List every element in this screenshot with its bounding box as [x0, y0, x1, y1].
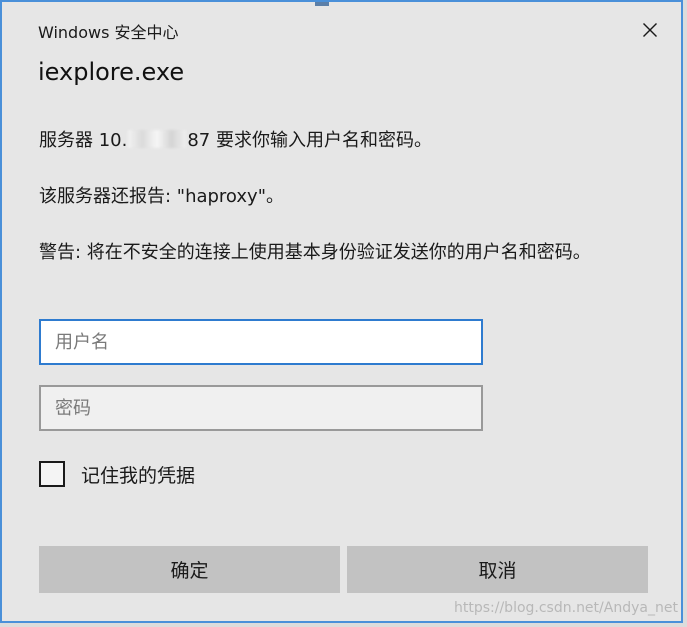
close-button[interactable]	[628, 14, 672, 46]
server-message-suffix: 87 要求你输入用户名和密码。	[187, 130, 432, 151]
password-input[interactable]	[39, 385, 483, 431]
close-icon	[643, 23, 657, 37]
remember-credentials-checkbox[interactable]	[39, 461, 65, 487]
remember-credentials-row[interactable]: 记住我的凭据	[39, 458, 195, 490]
title-bar: Windows 安全中心	[2, 2, 681, 52]
watermark: https://blog.csdn.net/Andya_net	[454, 600, 678, 616]
redacted-ip-segment	[128, 130, 187, 148]
app-name: iexplore.exe	[38, 58, 185, 86]
server-message: 服务器 10. 87 要求你输入用户名和密码。	[39, 126, 649, 156]
cancel-button[interactable]: 取消	[347, 546, 648, 593]
window-title: Windows 安全中心	[38, 23, 179, 42]
remember-credentials-label: 记住我的凭据	[81, 464, 196, 487]
insecure-warning-message: 警告: 将在不安全的连接上使用基本身份验证发送你的用户名和密码。	[39, 242, 591, 263]
username-input[interactable]	[39, 319, 483, 365]
server-report-message: 该服务器还报告: "haproxy"。	[39, 186, 284, 207]
server-message-prefix: 服务器 10.	[39, 130, 128, 151]
ok-button[interactable]: 确定	[39, 546, 340, 593]
credential-dialog: Windows 安全中心 iexplore.exe 服务器 10. 87 要求你输…	[0, 0, 683, 623]
